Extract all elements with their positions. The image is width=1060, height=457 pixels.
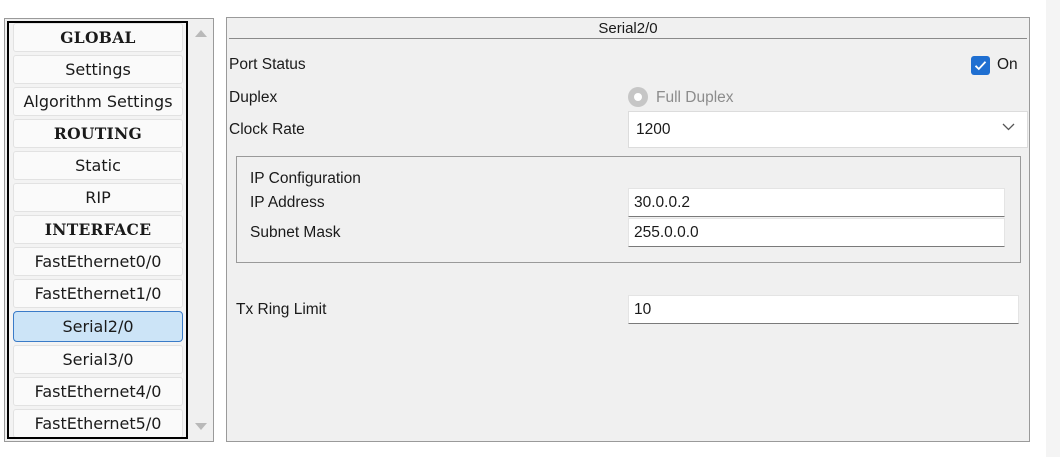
radio-dot-icon [634, 93, 642, 101]
nav-header-global: GLOBAL [13, 23, 183, 52]
port-status-checkbox[interactable] [971, 56, 990, 75]
clock-rate-select[interactable]: 1200 [628, 111, 1028, 148]
subnet-mask-label: Subnet Mask [250, 224, 341, 241]
tx-ring-limit-field[interactable] [628, 295, 1019, 324]
tx-ring-limit-label: Tx Ring Limit [236, 301, 327, 318]
scroll-down-arrow-icon[interactable] [195, 423, 207, 430]
ip-configuration-group: IP Configuration IP Address Subnet Mask [236, 156, 1021, 263]
subnet-mask-input[interactable] [629, 219, 1004, 246]
duplex-label: Duplex [229, 89, 278, 106]
nav-item-rip[interactable]: RIP [13, 183, 183, 212]
nav-header-interface: INTERFACE [13, 215, 183, 244]
port-status-label: Port Status [229, 56, 306, 73]
nav-item-fastethernet1-0[interactable]: FastEthernet1/0 [13, 279, 183, 308]
port-status-on-label[interactable]: On [997, 56, 1018, 74]
window-edge [1046, 0, 1060, 457]
nav-item-static[interactable]: Static [13, 151, 183, 180]
checkmark-icon [974, 61, 987, 71]
subnet-mask-field[interactable] [628, 218, 1005, 247]
title-divider [229, 38, 1027, 39]
panel-title: Serial2/0 [598, 20, 658, 37]
nav-header-routing: ROUTING [13, 119, 183, 148]
nav-item-serial3-0[interactable]: Serial3/0 [13, 345, 183, 374]
ip-configuration-title: IP Configuration [250, 170, 361, 187]
ip-address-field[interactable] [628, 188, 1005, 217]
clock-rate-label: Clock Rate [229, 121, 305, 138]
nav-scrollbar[interactable] [191, 21, 211, 439]
tx-ring-limit-input[interactable] [629, 296, 1018, 323]
config-nav-panel: GLOBAL Settings Algorithm Settings ROUTI… [4, 18, 214, 442]
clock-rate-value: 1200 [636, 121, 671, 138]
chevron-down-icon [1002, 123, 1015, 131]
config-nav-list: GLOBAL Settings Algorithm Settings ROUTI… [7, 21, 188, 439]
scroll-up-arrow-icon[interactable] [195, 30, 207, 37]
nav-item-fastethernet5-0[interactable]: FastEthernet5/0 [13, 409, 183, 437]
nav-item-serial2-0[interactable]: Serial2/0 [13, 311, 183, 342]
ip-address-label: IP Address [250, 194, 325, 211]
nav-item-settings[interactable]: Settings [13, 55, 183, 84]
nav-item-fastethernet0-0[interactable]: FastEthernet0/0 [13, 247, 183, 276]
full-duplex-radio [628, 87, 648, 107]
full-duplex-label: Full Duplex [656, 89, 734, 106]
interface-config-panel: Serial2/0 Port Status On Duplex Full Dup… [226, 17, 1030, 442]
ip-address-input[interactable] [629, 189, 1004, 216]
nav-item-fastethernet4-0[interactable]: FastEthernet4/0 [13, 377, 183, 406]
nav-item-algorithm-settings[interactable]: Algorithm Settings [13, 87, 183, 116]
